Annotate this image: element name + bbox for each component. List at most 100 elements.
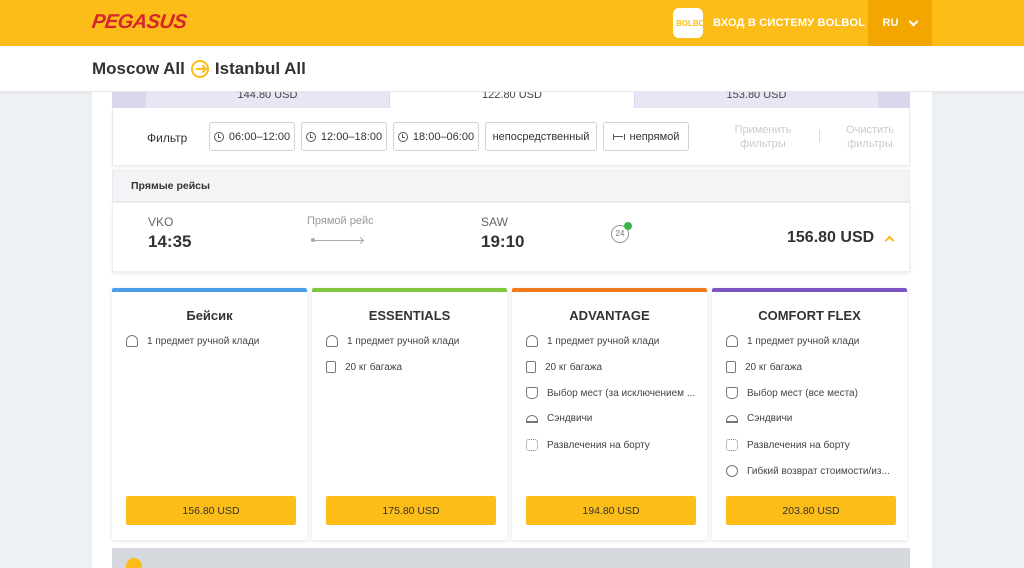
fare-feature-text: 1 предмет ручной клади [547, 335, 660, 347]
meal-icon [526, 414, 538, 423]
bolbol-logo-icon: BOL BOL [673, 8, 710, 38]
carry-on-bag-icon [726, 335, 738, 347]
filter-morning-button[interactable]: 06:00–12:00 [209, 122, 295, 151]
date-tab-next[interactable]: 153.80 USD [635, 92, 878, 108]
filter-bar: Фильтр 06:00–12:00 12:00–18:00 18:00–06:… [112, 108, 910, 166]
fare-feature-text: 1 предмет ручной клади [747, 335, 860, 347]
fare-card[interactable]: ESSENTIALS 1 предмет ручной клади 20 кг ба… [312, 288, 507, 540]
direct-flights-title: Прямые рейсы [131, 180, 210, 192]
flight-type-label: Прямой рейс [307, 215, 374, 227]
fare-color-bar [712, 288, 907, 292]
seat-icon [526, 387, 538, 399]
carry-on-bag-icon [126, 335, 138, 347]
chevron-up-icon[interactable] [884, 235, 895, 246]
date-tab-prev[interactable]: 144.80 USD [146, 92, 389, 108]
origin-code: VKO [148, 215, 174, 229]
info-strip [112, 548, 910, 568]
date-tab-selected[interactable]: 122.80 USD [390, 92, 634, 108]
top-header: PEGASUS BOL BOL ВХОД В СИСТЕМУ BOLBOL RU [0, 0, 1024, 46]
fare-card[interactable]: Бейсик 1 предмет ручной клади 156.80 USD [112, 288, 307, 540]
fare-feature-text: Выбор мест (все места) [747, 387, 858, 399]
fare-color-bar [312, 288, 507, 292]
suitcase-icon [726, 361, 736, 373]
select-fare-button[interactable]: 203.80 USD [726, 496, 896, 525]
filter-label: Фильтр [147, 131, 188, 145]
fare-name: COMFORT FLEX [758, 308, 861, 323]
departure-time: 14:35 [148, 232, 192, 251]
fare-color-bar [512, 288, 707, 292]
fare-card[interactable]: ADVANTAGE 1 предмет ручной клади 20 кг баг… [512, 288, 707, 540]
fare-feature: Развлечения на борту [726, 439, 850, 451]
filter-connecting-button[interactable]: непрямой [603, 122, 689, 151]
route-title: Moscow All Istanbul All [92, 59, 306, 79]
clock-icon [305, 131, 316, 142]
check-badge-icon [624, 222, 632, 230]
info-icon [126, 558, 142, 568]
fare-feature: Сэндвичи [526, 413, 592, 424]
seat-icon [726, 387, 738, 399]
route-bar: Moscow All Istanbul All [0, 46, 1024, 92]
direct-flights-header: Прямые рейсы [112, 170, 910, 202]
arrival-time: 19:10 [481, 232, 525, 251]
bolbol-login-link[interactable]: BOL BOL ВХОД В СИСТЕМУ BOLBOL [673, 0, 865, 46]
fare-feature-text: 20 кг багажа [345, 361, 403, 373]
bolbol-login-label: ВХОД В СИСТЕМУ BOLBOL [713, 17, 866, 29]
flight-path-arrow-icon [311, 238, 363, 242]
language-code: RU [882, 17, 899, 29]
clock-icon [397, 131, 408, 142]
clock-icon [213, 131, 224, 142]
connection-icon [612, 133, 625, 140]
arrow-right-circle-icon [190, 60, 209, 78]
suitcase-icon [526, 361, 536, 373]
entertainment-icon [526, 439, 538, 451]
meal-icon [726, 414, 738, 423]
flight-row[interactable]: VKO 14:35 Прямой рейс SAW 19:10 24 156.8… [112, 202, 910, 272]
flight-price: 156.80 USD [787, 229, 875, 246]
filter-evening-button[interactable]: 18:00–06:00 [393, 122, 479, 151]
fare-cards: Бейсик 1 предмет ручной клади 156.80 USD ES… [112, 288, 912, 540]
pegasus-logo[interactable]: PEGASUS [90, 11, 188, 34]
carry-on-bag-icon [526, 335, 538, 347]
carry-on-bag-icon [326, 335, 338, 347]
fare-feature: Развлечения на борту [526, 439, 650, 451]
select-fare-button[interactable]: 156.80 USD [126, 496, 296, 525]
fare-feature-text: Сэндвичи [747, 413, 793, 424]
fare-feature-text: Гибкий возврат стоимости/из... [747, 465, 890, 477]
fare-name: ADVANTAGE [569, 308, 650, 323]
fare-name: ESSENTIALS [368, 308, 451, 323]
language-selector[interactable]: RU [868, 0, 932, 46]
date-price-strip: 144.80 USD 122.80 USD 153.80 USD [112, 92, 910, 108]
fare-card[interactable]: COMFORT FLEX 1 предмет ручной клади 20 кг … [712, 288, 907, 540]
fare-color-bar [112, 288, 307, 292]
filter-afternoon-button[interactable]: 12:00–18:00 [301, 122, 387, 151]
route-origin: Moscow All [92, 59, 185, 78]
fare-feature: 1 предмет ручной клади [126, 335, 259, 347]
suitcase-icon [326, 361, 336, 373]
filter-link-separator [819, 130, 820, 142]
clear-filters-link[interactable]: Очистить фильтры [835, 123, 905, 151]
fare-feature: 1 предмет ручной клади [726, 335, 859, 347]
apply-filters-link[interactable]: Применить фильтры [723, 123, 803, 151]
select-fare-button[interactable]: 194.80 USD [526, 496, 696, 525]
fare-feature: 1 предмет ручной клади [526, 335, 659, 347]
fare-feature-text: 1 предмет ручной клади [347, 335, 460, 347]
entertainment-icon [726, 439, 738, 451]
fare-feature: 20 кг багажа [726, 361, 802, 373]
fare-feature-text: 1 предмет ручной клади [147, 335, 260, 347]
select-fare-button[interactable]: 175.80 USD [326, 496, 496, 525]
fare-feature: 1 предмет ручной клади [326, 335, 459, 347]
fare-name: Бейсик [186, 308, 233, 323]
fare-feature-text: Развлечения на борту [747, 439, 850, 451]
route-destination: Istanbul All [214, 59, 306, 78]
fare-feature: 20 кг багажа [526, 361, 602, 373]
chevron-down-icon [908, 16, 919, 26]
fare-feature-text: 20 кг багажа [745, 361, 803, 373]
main-content: 144.80 USD 122.80 USD 153.80 USD Фильтр … [92, 92, 932, 568]
fare-feature: Выбор мест (за исключением ... [526, 387, 695, 399]
filter-direct-button[interactable]: непосредственный [485, 122, 597, 151]
fare-feature: Выбор мест (все места) [726, 387, 858, 399]
refund-icon [726, 465, 738, 477]
fare-feature-text: Сэндвичи [547, 413, 593, 424]
fare-feature: Гибкий возврат стоимости/из... [726, 465, 890, 477]
fare-feature: Сэндвичи [726, 413, 792, 424]
